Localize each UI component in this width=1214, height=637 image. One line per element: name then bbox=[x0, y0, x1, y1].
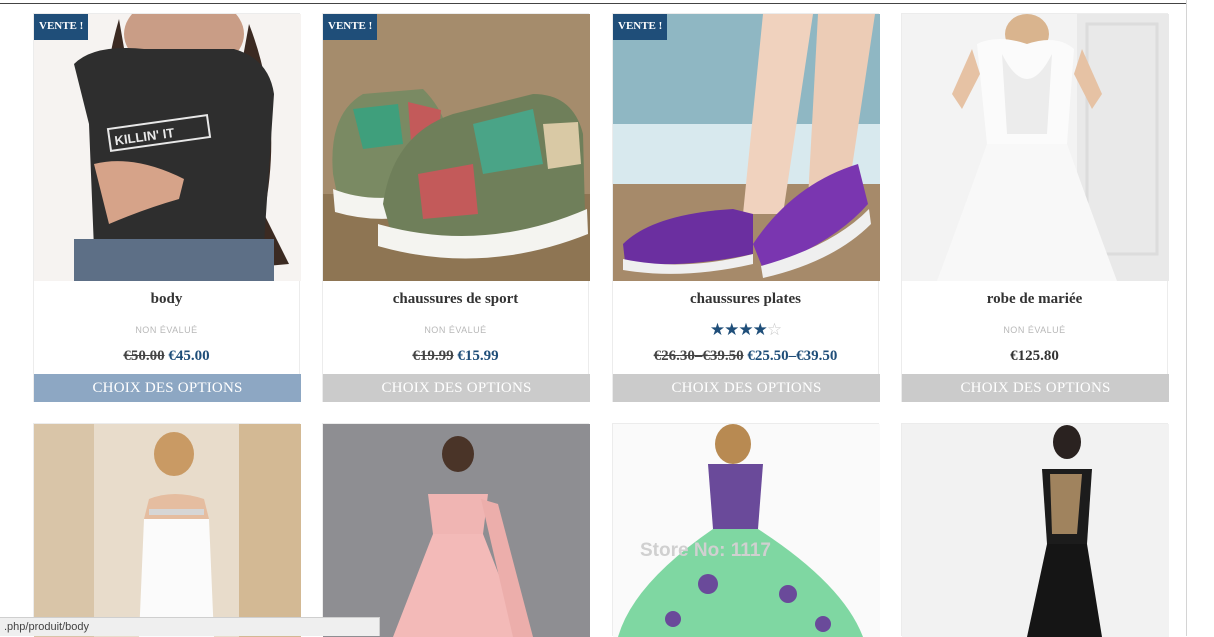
star-empty-icon: ☆ bbox=[766, 320, 782, 339]
product-image-wedding-dress[interactable] bbox=[902, 14, 1169, 281]
wedding-dress-photo bbox=[902, 14, 1169, 281]
price-sale: €45.00 bbox=[168, 348, 210, 364]
image-watermark: Store No: 1117 bbox=[640, 540, 771, 561]
star-half-icon: ★ bbox=[752, 320, 768, 339]
sneakers-photo bbox=[323, 14, 590, 281]
price-old: €26.30–€39.50 bbox=[653, 348, 744, 364]
price-regular: €125.80 bbox=[1010, 348, 1059, 364]
product-card-row2-4[interactable] bbox=[901, 423, 1169, 637]
rating-status: NON ÉVALUÉ bbox=[424, 325, 487, 335]
product-price: €19.99 €15.99 bbox=[323, 348, 588, 365]
t-shirt-photo: KILLIN' IT bbox=[34, 14, 301, 281]
product-image-sport-shoes[interactable]: VENTE ! bbox=[323, 14, 590, 281]
product-title[interactable]: body bbox=[34, 291, 299, 308]
product-card-wedding-dress[interactable]: robe de mariée NON ÉVALUÉ €125.80 CHOIX … bbox=[901, 13, 1169, 402]
product-title[interactable]: chaussures de sport bbox=[323, 291, 588, 308]
product-image[interactable] bbox=[902, 424, 1169, 637]
star-rating: ★★★★☆ bbox=[613, 320, 878, 340]
product-image[interactable] bbox=[34, 424, 301, 637]
product-image[interactable]: Store No: 1117 bbox=[613, 424, 880, 637]
product-price: €50.00 €45.00 bbox=[34, 348, 299, 365]
pink-gown-photo bbox=[323, 424, 590, 637]
bridal-gown-photo bbox=[34, 424, 301, 637]
sale-badge: VENTE ! bbox=[613, 14, 668, 40]
flat-shoes-photo bbox=[613, 14, 880, 281]
product-card-row2-2[interactable] bbox=[322, 423, 590, 637]
product-price: €26.30–€39.50 €25.50–€39.50 bbox=[613, 348, 878, 365]
product-title[interactable]: chaussures plates bbox=[613, 291, 878, 308]
product-card-flat-shoes[interactable]: VENTE ! chaussures plates ★★★★☆ €26.30–€… bbox=[612, 13, 880, 402]
sale-badge: VENTE ! bbox=[34, 14, 89, 40]
price-old: €19.99 bbox=[412, 348, 454, 364]
rating-status: NON ÉVALUÉ bbox=[135, 325, 198, 335]
product-card-row2-1[interactable] bbox=[33, 423, 301, 637]
black-gown-photo bbox=[902, 424, 1169, 637]
price-sale: €15.99 bbox=[457, 348, 499, 364]
product-image-flat-shoes[interactable]: VENTE ! bbox=[613, 14, 880, 281]
product-price: €125.80 bbox=[902, 348, 1167, 365]
product-image[interactable] bbox=[323, 424, 590, 637]
status-url: .php/produit/body bbox=[4, 621, 90, 633]
choose-options-button[interactable]: CHOIX DES OPTIONS bbox=[613, 374, 880, 402]
browser-status-bar: .php/produit/body bbox=[0, 617, 380, 636]
product-title[interactable]: robe de mariée bbox=[902, 291, 1167, 308]
page-right-edge bbox=[1186, 0, 1187, 636]
price-sale: €25.50–€39.50 bbox=[747, 348, 838, 364]
choose-options-button[interactable]: CHOIX DES OPTIONS bbox=[902, 374, 1169, 402]
product-card-body[interactable]: KILLIN' IT VENTE ! body NON ÉVALUÉ €50.0… bbox=[33, 13, 301, 402]
sale-badge: VENTE ! bbox=[323, 14, 378, 40]
product-card-row2-3[interactable]: Store No: 1117 bbox=[612, 423, 880, 637]
ball-gown-photo: Store No: 1117 bbox=[613, 424, 880, 637]
choose-options-button[interactable]: CHOIX DES OPTIONS bbox=[323, 374, 590, 402]
price-old: €50.00 bbox=[123, 348, 165, 364]
choose-options-button[interactable]: CHOIX DES OPTIONS bbox=[34, 374, 301, 402]
rating-status: NON ÉVALUÉ bbox=[1003, 325, 1066, 335]
product-image-body[interactable]: KILLIN' IT VENTE ! bbox=[34, 14, 301, 281]
top-divider bbox=[0, 3, 1186, 4]
star-filled-icon: ★★★ bbox=[709, 320, 754, 339]
product-card-sport-shoes[interactable]: VENTE ! chaussures de sport NON ÉVALUÉ €… bbox=[322, 13, 590, 402]
